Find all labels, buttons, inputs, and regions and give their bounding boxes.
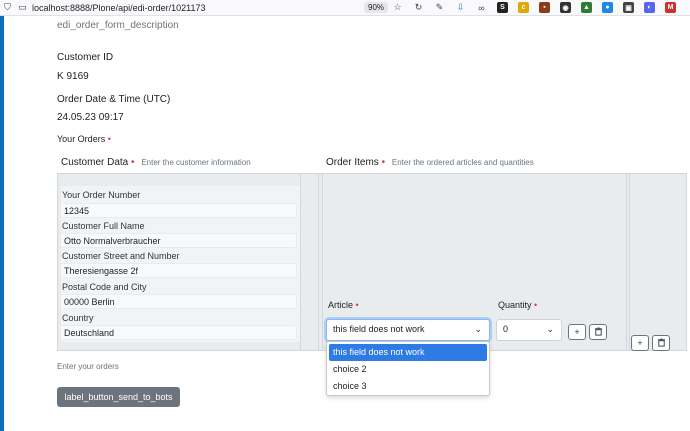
customer-name-input[interactable]: Otto Normalverbraucher — [60, 233, 297, 248]
toolbar-icons: ☆ ↻ ✎ ⇩ ∞ S c ▪ ◉ ▲ ● ▣ ◐ M — [392, 2, 676, 13]
required-marker: • — [534, 300, 538, 310]
extension-s-icon[interactable]: S — [497, 2, 508, 13]
quantity-label: Quantity • — [498, 300, 537, 310]
article-select-value: this field does not work — [333, 324, 425, 334]
required-marker: • — [131, 157, 135, 168]
article-option[interactable]: this field does not work — [329, 344, 487, 361]
article-dropdown: this field does not work choice 2 choice… — [326, 341, 490, 396]
send-button[interactable]: label_button_send_to_bots — [57, 387, 180, 407]
street-label: Customer Street and Number — [62, 251, 180, 261]
your-orders-label: Your Orders • — [57, 134, 111, 144]
customer-id-label: Customer ID — [57, 52, 114, 63]
extension-box-icon[interactable]: ▣ — [623, 2, 634, 13]
browser-toolbar: ⛉ ▭ localhost:8888/Plone/api/edi-order/1… — [0, 0, 690, 16]
extension-m-icon[interactable]: M — [665, 2, 676, 13]
chevron-down-icon: ⌄ — [474, 324, 482, 334]
order-items-title: Order Items — [326, 157, 379, 168]
order-items-heading: Order Items • Enter the ordered articles… — [326, 157, 534, 168]
add-order-button[interactable]: + — [631, 335, 649, 351]
order-date-label: Order Date & Time (UTC) — [57, 94, 171, 105]
order-number-label: Your Order Number — [62, 190, 141, 200]
delete-order-button[interactable] — [652, 335, 670, 351]
reload-icon[interactable]: ↻ — [413, 2, 424, 13]
column-divider — [626, 174, 627, 350]
quantity-select[interactable]: 0 ⌄ — [496, 319, 562, 341]
required-marker: • — [107, 134, 111, 144]
postal-city-label: Postal Code and City — [62, 282, 147, 292]
required-marker: • — [355, 300, 359, 310]
extension-dark-icon[interactable]: ◉ — [560, 2, 571, 13]
plus-icon: + — [574, 327, 580, 337]
customer-name-label: Customer Full Name — [62, 221, 145, 231]
customer-id-value: K 9169 — [57, 71, 89, 82]
country-input[interactable]: Deutschland — [60, 325, 297, 340]
customer-data-title: Customer Data — [61, 157, 129, 168]
customer-data-heading: Customer Data • Enter the customer infor… — [61, 157, 251, 168]
column-divider — [318, 174, 319, 350]
customer-data-hint: Enter the customer information — [141, 158, 251, 167]
column-divider — [300, 174, 301, 350]
address-bar[interactable]: ⛉ ▭ localhost:8888/Plone/api/edi-order/1… — [2, 2, 205, 13]
article-select[interactable]: this field does not work ⌄ — [326, 319, 490, 341]
plus-icon: + — [637, 338, 643, 348]
page-accent-bar — [0, 16, 4, 431]
extension-discord-icon[interactable]: ◐ — [644, 2, 655, 13]
chevron-down-icon: ⌄ — [546, 324, 554, 334]
delete-item-button[interactable] — [589, 324, 607, 340]
your-orders-text: Your Orders — [57, 134, 106, 144]
country-label: Country — [62, 313, 94, 323]
url-text[interactable]: localhost:8888/Plone/api/edi-order/10211… — [32, 3, 205, 13]
article-label-text: Article — [328, 300, 354, 310]
shield-icon[interactable]: ⛉ — [2, 2, 13, 13]
column-divider — [322, 174, 323, 350]
order-number-input[interactable]: 12345 — [60, 203, 297, 218]
quantity-label-text: Quantity — [498, 300, 532, 310]
extension-brown-icon[interactable]: ▪ — [539, 2, 550, 13]
order-items-hint: Enter the ordered articles and quantitie… — [391, 158, 534, 167]
add-item-button[interactable]: + — [568, 324, 586, 340]
postal-city-input[interactable]: 00000 Berlin — [60, 294, 297, 309]
download-icon[interactable]: ⇩ — [455, 2, 466, 13]
required-marker: • — [381, 157, 386, 168]
extension-green-icon[interactable]: ▲ — [581, 2, 592, 13]
infinity-icon[interactable]: ∞ — [476, 2, 487, 13]
trash-icon — [657, 337, 666, 349]
page-icon: ▭ — [18, 2, 27, 12]
wrench-icon[interactable]: ✎ — [434, 2, 445, 13]
star-icon[interactable]: ☆ — [392, 2, 403, 13]
street-input[interactable]: Theresiengasse 2f — [60, 263, 297, 278]
form-description: edi_order_form_description — [57, 20, 179, 31]
article-option[interactable]: choice 2 — [329, 361, 487, 378]
article-label: Article • — [328, 300, 359, 310]
trash-icon — [594, 326, 603, 338]
quantity-select-value: 0 — [503, 324, 509, 334]
zoom-level[interactable]: 90% — [364, 2, 389, 13]
article-option[interactable]: choice 3 — [329, 378, 487, 395]
column-divider — [629, 174, 630, 350]
extension-globe-icon[interactable]: ● — [602, 2, 613, 13]
order-date-value: 24.05.23 09:17 — [57, 112, 124, 123]
orders-help-text: Enter your orders — [57, 362, 119, 371]
extension-yellow-icon[interactable]: c — [518, 2, 529, 13]
